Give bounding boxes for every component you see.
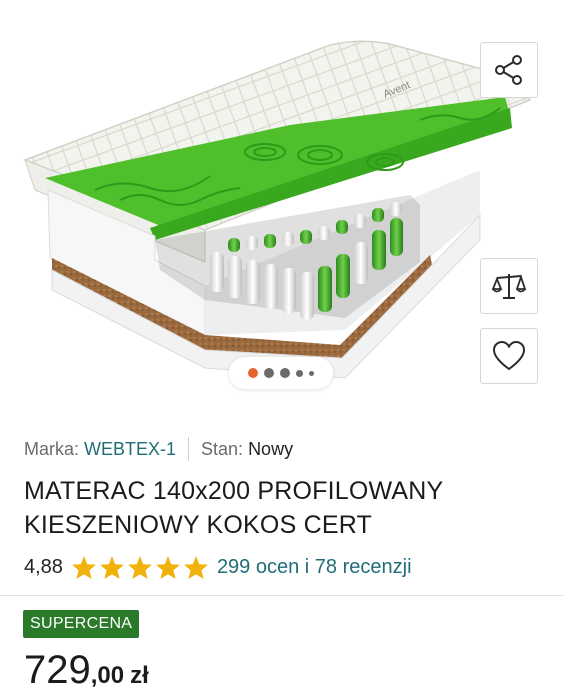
product-meta: Marka: WEBTEX-1 Stan: Nowy bbox=[24, 437, 293, 461]
rating-score: 4,88 bbox=[24, 555, 63, 578]
mattress-image[interactable]: Avent bbox=[0, 0, 563, 402]
brand-label: Marka: bbox=[24, 438, 80, 459]
gallery-dot-3[interactable] bbox=[280, 368, 290, 378]
gallery-dot-4[interactable] bbox=[296, 369, 303, 377]
product-rating[interactable]: 4,88 299 ocen i 78 recenzji bbox=[24, 552, 412, 582]
star-icon bbox=[156, 555, 180, 579]
star-icon bbox=[184, 555, 208, 579]
rating-stars bbox=[71, 555, 209, 580]
price-currency: zł bbox=[130, 662, 149, 689]
share-button[interactable] bbox=[480, 42, 538, 98]
brand-link[interactable]: WEBTEX-1 bbox=[84, 439, 176, 460]
gallery-pagination[interactable] bbox=[229, 357, 333, 389]
gallery-dot-1[interactable] bbox=[248, 368, 258, 378]
share-icon bbox=[495, 55, 522, 85]
star-icon bbox=[100, 555, 124, 579]
price-integer: 729 bbox=[24, 648, 91, 692]
meta-divider bbox=[188, 437, 190, 461]
star-icon bbox=[128, 555, 152, 579]
condition-value: Nowy bbox=[248, 438, 294, 459]
reviews-link[interactable]: 299 ocen i 78 recenzji bbox=[217, 556, 412, 579]
star-icon bbox=[72, 555, 96, 579]
heart-icon bbox=[492, 340, 526, 371]
gallery-dot-2[interactable] bbox=[264, 368, 274, 378]
compare-button[interactable] bbox=[480, 258, 538, 314]
price-decimal: ,00 bbox=[90, 662, 125, 689]
favorite-button[interactable] bbox=[480, 328, 538, 384]
scales-compare-icon bbox=[491, 274, 527, 299]
gallery-dot-5[interactable] bbox=[309, 370, 314, 376]
section-divider bbox=[0, 595, 563, 596]
product-gallery[interactable]: Avent bbox=[0, 0, 563, 402]
condition-label: Stan: bbox=[201, 438, 244, 459]
product-price: 729,00 zł bbox=[24, 648, 149, 693]
product-title: MATERAC 140x200 PROFILOWANY KIESZENIOWY … bbox=[24, 477, 443, 539]
supercena-badge: SUPERCENA bbox=[23, 610, 140, 638]
